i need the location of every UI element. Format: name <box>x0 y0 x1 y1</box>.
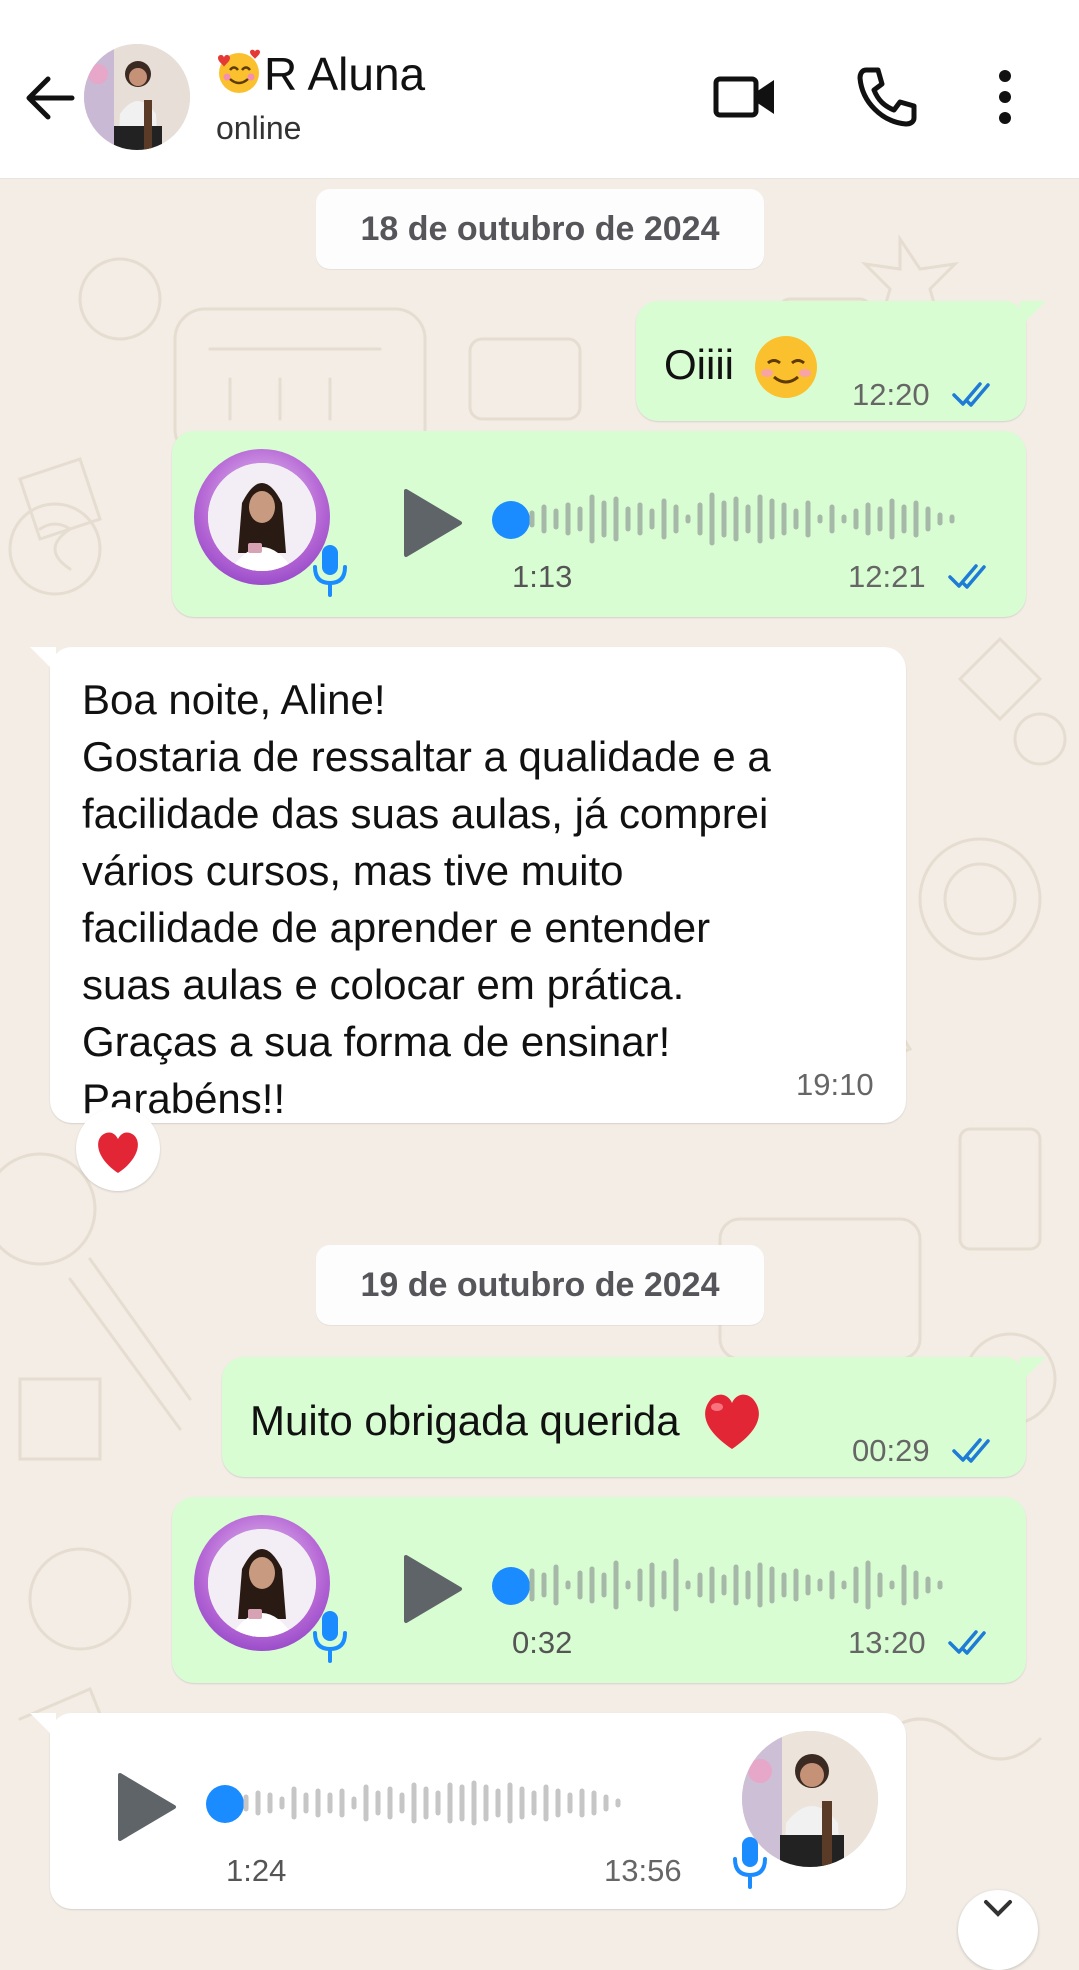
back-arrow-icon[interactable] <box>22 70 78 126</box>
voice-waveform[interactable] <box>524 1555 960 1615</box>
double-check-icon <box>948 564 986 589</box>
microphone-icon <box>313 1611 347 1663</box>
chat-header: R Aluna online <box>0 0 1079 179</box>
voice-duration: 1:24 <box>226 1853 287 1888</box>
message-time: 12:21 <box>848 559 926 594</box>
message-time: 12:20 <box>852 377 930 412</box>
contact-avatar[interactable] <box>84 44 190 150</box>
reaction-badge[interactable] <box>76 1107 160 1191</box>
voice-waveform[interactable] <box>238 1773 672 1833</box>
message-time: 13:20 <box>848 1625 926 1660</box>
message-text: Oiiii <box>664 341 734 388</box>
video-call-icon[interactable] <box>710 62 780 132</box>
bubble-tail <box>1020 1357 1046 1383</box>
chevron-down-icon <box>984 1900 1012 1917</box>
double-check-icon <box>952 1438 990 1463</box>
message-bubble-incoming[interactable]: Boa noite, Aline! Gostaria de ressaltar … <box>30 647 906 1123</box>
chat-area[interactable]: 18 de outubro de 2024 Oiiii 12:20 1:13 1… <box>0 179 1079 1915</box>
message-text: Boa noite, Aline! Gostaria de ressaltar … <box>82 676 771 1122</box>
date-divider: 18 de outubro de 2024 <box>316 189 764 269</box>
microphone-icon <box>733 1837 767 1889</box>
red-heart-icon <box>98 1132 138 1173</box>
message-text: Muito obrigada querida <box>250 1397 680 1444</box>
smiling-face-emoji <box>752 333 820 401</box>
red-heart-emoji <box>697 1389 767 1453</box>
message-bubble-outgoing[interactable]: Oiiii 12:20 <box>636 301 1046 421</box>
double-check-icon <box>952 382 990 407</box>
message-time: 00:29 <box>852 1433 930 1468</box>
date-divider: 19 de outubro de 2024 <box>316 1245 764 1325</box>
contact-name[interactable]: R Aluna <box>214 46 425 101</box>
message-time: 13:56 <box>604 1853 682 1888</box>
message-time: 19:10 <box>796 1067 874 1102</box>
voice-message-outgoing[interactable]: 0:32 13:20 <box>172 1497 1026 1683</box>
bubble-tail <box>1020 301 1046 327</box>
more-options-icon[interactable] <box>980 62 1030 132</box>
play-icon[interactable] <box>114 1771 178 1843</box>
bubble-tail <box>30 1713 56 1739</box>
smiling-face-with-hearts-icon <box>214 46 264 96</box>
microphone-icon <box>313 545 347 597</box>
double-check-icon <box>948 1630 986 1655</box>
play-icon[interactable] <box>400 487 464 559</box>
play-icon[interactable] <box>400 1553 464 1625</box>
voice-duration: 0:32 <box>512 1625 573 1660</box>
voice-waveform[interactable] <box>524 489 960 549</box>
voice-message-incoming[interactable]: 1:24 13:56 <box>30 1713 906 1909</box>
voice-message-outgoing[interactable]: 1:13 12:21 <box>172 431 1026 617</box>
phone-call-icon[interactable] <box>852 62 922 132</box>
message-bubble-outgoing[interactable]: Muito obrigada querida 00:29 <box>222 1357 1046 1477</box>
scroll-to-bottom-button[interactable] <box>958 1890 1038 1970</box>
contact-status: online <box>216 110 302 146</box>
voice-duration: 1:13 <box>512 559 573 594</box>
bubble-tail <box>30 647 56 673</box>
